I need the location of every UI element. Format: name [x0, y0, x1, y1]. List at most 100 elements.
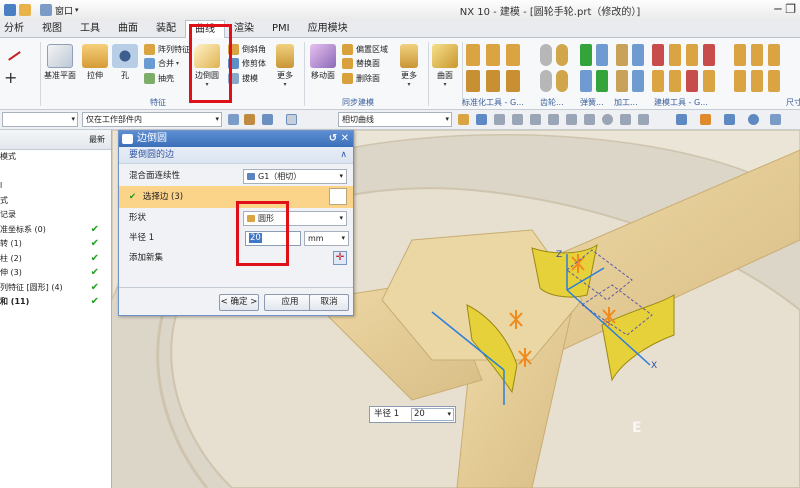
tab-assembly[interactable]: 装配: [147, 20, 185, 38]
process-icons[interactable]: [616, 44, 644, 92]
spring-icons[interactable]: [580, 44, 608, 92]
gear-icon[interactable]: [556, 44, 568, 66]
washer-icon[interactable]: [506, 44, 520, 66]
size-tool-icon[interactable]: [751, 70, 763, 92]
box-select-icon[interactable]: [286, 114, 297, 125]
build-tool-icon[interactable]: [686, 44, 698, 66]
circle-icon[interactable]: [602, 114, 613, 125]
size-tool-icon[interactable]: [734, 70, 746, 92]
chamfer-button[interactable]: 倒斜角: [228, 44, 266, 55]
offset-region-button[interactable]: 偏置区域: [342, 44, 388, 55]
edge-select-cube-icon[interactable]: [329, 188, 347, 205]
navigator-row[interactable]: 模式: [0, 150, 111, 165]
quadrant-icon[interactable]: [566, 114, 577, 125]
intersect-icon[interactable]: [530, 114, 541, 125]
bolt-icon[interactable]: [466, 44, 480, 66]
shell-button[interactable]: 抽壳: [144, 73, 174, 84]
render-icon[interactable]: [700, 114, 711, 125]
add-new-set-button[interactable]: ✛: [333, 251, 347, 265]
build-tool-icon[interactable]: [652, 44, 664, 66]
tool-icon[interactable]: [632, 44, 644, 66]
refresh-icon[interactable]: [748, 114, 759, 125]
snap-point-icon[interactable]: [458, 114, 469, 125]
tab-pmi[interactable]: PMI: [263, 20, 299, 38]
navigator-row[interactable]: 和 (11) ✔: [0, 295, 111, 310]
size-tool-icon[interactable]: [768, 70, 780, 92]
navigator-row[interactable]: 伸 (3) ✔: [0, 266, 111, 281]
snap-icon[interactable]: [262, 114, 273, 125]
build-tool-icon[interactable]: [686, 70, 698, 92]
extrude-button[interactable]: 拉伸: [82, 44, 108, 81]
onscreen-radius-input[interactable]: 半径 1 20 ▾: [369, 406, 456, 423]
build-tool-icon[interactable]: [669, 70, 681, 92]
draft-button[interactable]: 拔模: [228, 73, 258, 84]
size-tool-icon[interactable]: [751, 44, 763, 66]
arc-center-icon[interactable]: [548, 114, 559, 125]
point-on-curve-icon[interactable]: [584, 114, 595, 125]
shape-select[interactable]: 圆形 ▾: [243, 211, 347, 226]
build-tools-icons[interactable]: [652, 44, 722, 92]
gear-icon[interactable]: [556, 70, 568, 92]
datum-plane-button[interactable]: 基准平面: [44, 44, 76, 81]
spring-icon[interactable]: [580, 70, 592, 92]
orient-icon[interactable]: [724, 114, 735, 125]
dialog-controls[interactable]: ↺ ✕: [329, 131, 349, 147]
tab-analysis[interactable]: 分析: [0, 20, 33, 38]
check-icon[interactable]: [580, 44, 592, 66]
build-tool-icon[interactable]: [652, 70, 664, 92]
size-icons[interactable]: [734, 44, 794, 92]
latest-column-header[interactable]: 最新: [89, 134, 105, 145]
more-sync-button[interactable]: 更多 ▾: [400, 44, 418, 88]
type-filter-combo[interactable]: ▾: [2, 112, 78, 127]
gear-icon[interactable]: [540, 70, 552, 92]
std-tools-icons[interactable]: [466, 44, 526, 92]
rivet-icon[interactable]: [506, 70, 520, 92]
select-icon[interactable]: [244, 114, 255, 125]
ok-button[interactable]: < 确定 >: [219, 294, 259, 311]
select-edge-row[interactable]: ✔ 选择边 (3): [119, 186, 353, 208]
delete-face-button[interactable]: 删除面: [342, 73, 380, 84]
tool-icon[interactable]: [632, 70, 644, 92]
navigator-row[interactable]: 式: [0, 194, 111, 209]
tool-icon[interactable]: [616, 70, 628, 92]
collapse-icon[interactable]: ∧: [340, 147, 347, 164]
plus-icon[interactable]: +: [4, 68, 17, 87]
unite-button[interactable]: 合并 ▾: [144, 58, 179, 69]
navigator-row[interactable]: 柱 (2) ✔: [0, 252, 111, 267]
move-face-button[interactable]: 移动面: [310, 44, 336, 81]
size-tool-icon[interactable]: [768, 44, 780, 66]
layer-icon[interactable]: [770, 114, 781, 125]
point-on-face-icon[interactable]: [620, 114, 631, 125]
unit-select[interactable]: mm ▾: [304, 231, 349, 246]
navigator-row[interactable]: l: [0, 179, 111, 194]
pin-icon[interactable]: [466, 70, 480, 92]
tab-applications[interactable]: 应用模块: [299, 20, 357, 38]
window-controls[interactable]: ─ ❐: [774, 2, 796, 16]
curve-rule-combo[interactable]: 相切曲线 ▾: [338, 112, 452, 127]
build-tool-icon[interactable]: [669, 44, 681, 66]
arrow-icon[interactable]: [476, 114, 487, 125]
spring-icon[interactable]: [596, 70, 608, 92]
onscreen-radius-value[interactable]: 20 ▾: [411, 408, 454, 421]
nut-icon[interactable]: [486, 44, 500, 66]
navigator-row[interactable]: 记录: [0, 208, 111, 223]
navigator-row[interactable]: 转 (1) ✔: [0, 237, 111, 252]
tab-surface[interactable]: 曲面: [109, 20, 147, 38]
cancel-button[interactable]: 取消: [309, 294, 349, 311]
navigator-row[interactable]: 列特征 [圆形] (4) ✔: [0, 281, 111, 296]
screw-icon[interactable]: [486, 70, 500, 92]
navigator-row[interactable]: [0, 165, 111, 180]
dialog-titlebar[interactable]: 边倒圆 ↺ ✕: [119, 131, 353, 147]
line-icon[interactable]: [1, 41, 21, 61]
replace-face-button[interactable]: 替换面: [342, 58, 380, 69]
surface-button[interactable]: 曲面 ▾: [432, 44, 458, 88]
tab-view[interactable]: 视图: [33, 20, 71, 38]
navigator-row[interactable]: 准坐标系 (0) ✔: [0, 223, 111, 238]
spring-icon[interactable]: [596, 44, 608, 66]
endpoint-icon[interactable]: [494, 114, 505, 125]
tab-tools[interactable]: 工具: [71, 20, 109, 38]
build-tool-icon[interactable]: [703, 70, 715, 92]
continuity-select[interactable]: G1（相切） ▾: [243, 169, 347, 184]
edges-section-header[interactable]: 要倒圆的边 ∧: [119, 147, 353, 164]
gear-icons[interactable]: [540, 44, 568, 92]
